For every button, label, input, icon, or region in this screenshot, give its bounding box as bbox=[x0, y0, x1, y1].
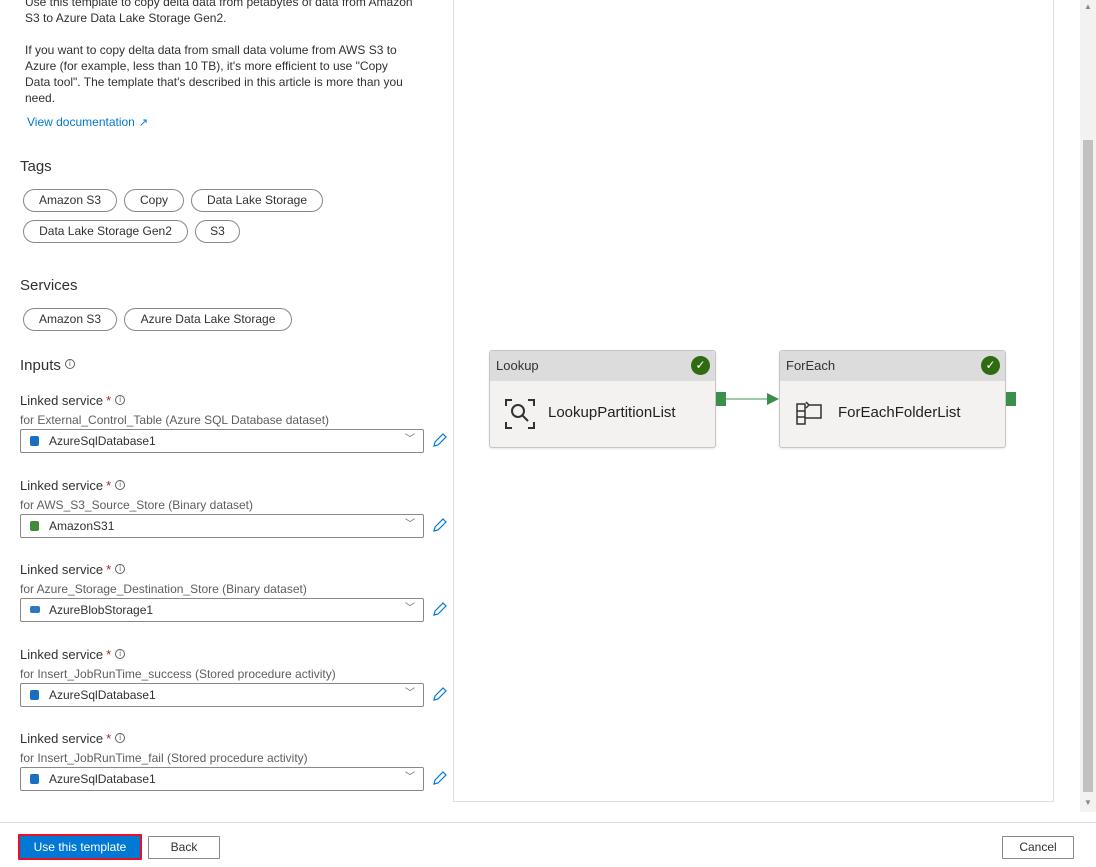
selected-value: AmazonS31 bbox=[49, 519, 115, 533]
field-description: for Insert_JobRunTime_fail (Stored proce… bbox=[20, 751, 308, 765]
required-marker: * bbox=[106, 478, 112, 493]
chevron-down-icon: ﹀ bbox=[405, 603, 415, 614]
inputs-title: Inputs bbox=[20, 357, 61, 374]
use-template-button[interactable]: Use this template bbox=[18, 834, 142, 860]
field-description: for AWS_S3_Source_Store (Binary dataset) bbox=[20, 498, 254, 512]
linked-service-field: Linked service * i for AWS_S3_Source_Store… bbox=[20, 478, 447, 538]
required-marker: * bbox=[106, 562, 112, 577]
sql-database-icon bbox=[30, 436, 39, 446]
info-icon[interactable]: i bbox=[115, 733, 126, 743]
sql-database-icon bbox=[30, 690, 39, 700]
amazon-s3-icon bbox=[30, 521, 39, 531]
chevron-down-icon: ﹀ bbox=[405, 434, 415, 445]
success-check-icon: ✓ bbox=[691, 356, 710, 375]
linked-service-field: Linked service * i for Insert_JobRunTime_f… bbox=[20, 731, 447, 791]
scroll-down-icon[interactable]: ▼ bbox=[1084, 798, 1092, 807]
required-marker: * bbox=[106, 731, 112, 746]
edit-pencil-icon[interactable] bbox=[431, 600, 449, 618]
linked-service-field: Linked service * i for Insert_JobRunTime_s… bbox=[20, 647, 447, 707]
scroll-up-icon[interactable]: ▲ bbox=[1084, 2, 1092, 11]
field-description: for Insert_JobRunTime_success (Stored pr… bbox=[20, 667, 336, 681]
linked-service-dropdown[interactable]: AzureSqlDatabase1 ﹀ bbox=[20, 683, 424, 707]
sql-database-icon bbox=[30, 774, 39, 784]
lookup-icon bbox=[505, 399, 535, 429]
edit-pencil-icon[interactable] bbox=[431, 685, 449, 703]
selected-value: AzureBlobStorage1 bbox=[49, 603, 154, 617]
description-paragraph: If you want to copy delta data from smal… bbox=[25, 43, 403, 105]
cancel-button[interactable]: Cancel bbox=[1002, 836, 1074, 859]
activity-type: ForEach bbox=[786, 358, 836, 373]
activity-name: ForEachFolderList bbox=[838, 404, 961, 421]
tag-pill: Data Lake Storage bbox=[191, 189, 323, 212]
info-icon[interactable]: i bbox=[115, 649, 126, 659]
service-pill: Azure Data Lake Storage bbox=[124, 308, 292, 331]
field-label: Linked service bbox=[20, 393, 104, 408]
field-label: Linked service bbox=[20, 731, 104, 746]
external-link-icon: ↗ bbox=[138, 117, 149, 129]
linked-service-dropdown[interactable]: AmazonS31 ﹀ bbox=[20, 514, 424, 538]
selected-value: AzureSqlDatabase1 bbox=[49, 772, 156, 786]
output-port[interactable] bbox=[1006, 392, 1016, 406]
required-marker: * bbox=[106, 393, 112, 408]
field-label: Linked service bbox=[20, 647, 104, 662]
inputs-heading: Inputs i bbox=[20, 357, 75, 374]
activity-name: LookupPartitionList bbox=[548, 404, 676, 421]
tag-pill: Copy bbox=[124, 189, 184, 212]
required-marker: * bbox=[106, 647, 112, 662]
field-label: Linked service bbox=[20, 478, 104, 493]
back-button[interactable]: Back bbox=[148, 836, 220, 859]
linked-service-field: Linked service * i for External_Control_Ta… bbox=[20, 393, 447, 453]
success-check-icon: ✓ bbox=[981, 356, 1000, 375]
service-pill: Amazon S3 bbox=[23, 308, 117, 331]
chevron-down-icon: ﹀ bbox=[405, 519, 415, 530]
description-paragraph: Use this template to copy delta data fro… bbox=[25, 0, 413, 25]
services-heading: Services bbox=[20, 277, 78, 294]
selected-value: AzureSqlDatabase1 bbox=[49, 434, 156, 448]
scrollbar-thumb[interactable] bbox=[1083, 140, 1093, 792]
info-icon[interactable]: i bbox=[115, 395, 126, 405]
view-documentation-link[interactable]: View documentation ↗ bbox=[27, 115, 148, 129]
selected-value: AzureSqlDatabase1 bbox=[49, 688, 156, 702]
field-label: Linked service bbox=[20, 562, 104, 577]
info-icon[interactable]: i bbox=[64, 359, 75, 369]
linked-service-dropdown[interactable]: AzureSqlDatabase1 ﹀ bbox=[20, 767, 424, 791]
field-description: for External_Control_Table (Azure SQL Da… bbox=[20, 413, 330, 427]
field-description: for Azure_Storage_Destination_Store (Bin… bbox=[20, 582, 307, 596]
vertical-scrollbar[interactable]: ▲ ▼ bbox=[1080, 0, 1096, 812]
tag-pill: S3 bbox=[195, 220, 240, 243]
tag-pill: Amazon S3 bbox=[23, 189, 117, 212]
info-icon[interactable]: i bbox=[115, 564, 126, 574]
edit-pencil-icon[interactable] bbox=[431, 769, 449, 787]
linked-service-field: Linked service * i for Azure_Storage_Desti… bbox=[20, 562, 447, 622]
activity-lookup[interactable]: Lookup ✓ LookupPartitionList bbox=[489, 350, 716, 448]
edit-pencil-icon[interactable] bbox=[431, 516, 449, 534]
chevron-down-icon: ﹀ bbox=[405, 772, 415, 783]
output-port[interactable] bbox=[716, 392, 726, 406]
linked-service-dropdown[interactable]: AzureSqlDatabase1 ﹀ bbox=[20, 429, 424, 453]
edit-pencil-icon[interactable] bbox=[431, 431, 449, 449]
connector-arrow bbox=[726, 393, 779, 405]
activity-foreach[interactable]: ForEach ✓ ForEachFolderList bbox=[779, 350, 1006, 448]
template-description: Use this template to copy delta data fro… bbox=[25, 0, 415, 122]
tags-heading: Tags bbox=[20, 158, 52, 175]
footer-divider bbox=[0, 822, 1096, 823]
link-label: View documentation bbox=[27, 115, 135, 129]
foreach-icon bbox=[796, 401, 822, 425]
linked-service-dropdown[interactable]: AzureBlobStorage1 ﹀ bbox=[20, 598, 424, 622]
blob-storage-icon bbox=[30, 606, 40, 613]
chevron-down-icon: ﹀ bbox=[405, 688, 415, 699]
tag-pill: Data Lake Storage Gen2 bbox=[23, 220, 188, 243]
activity-type: Lookup bbox=[496, 358, 539, 373]
info-icon[interactable]: i bbox=[115, 480, 126, 490]
